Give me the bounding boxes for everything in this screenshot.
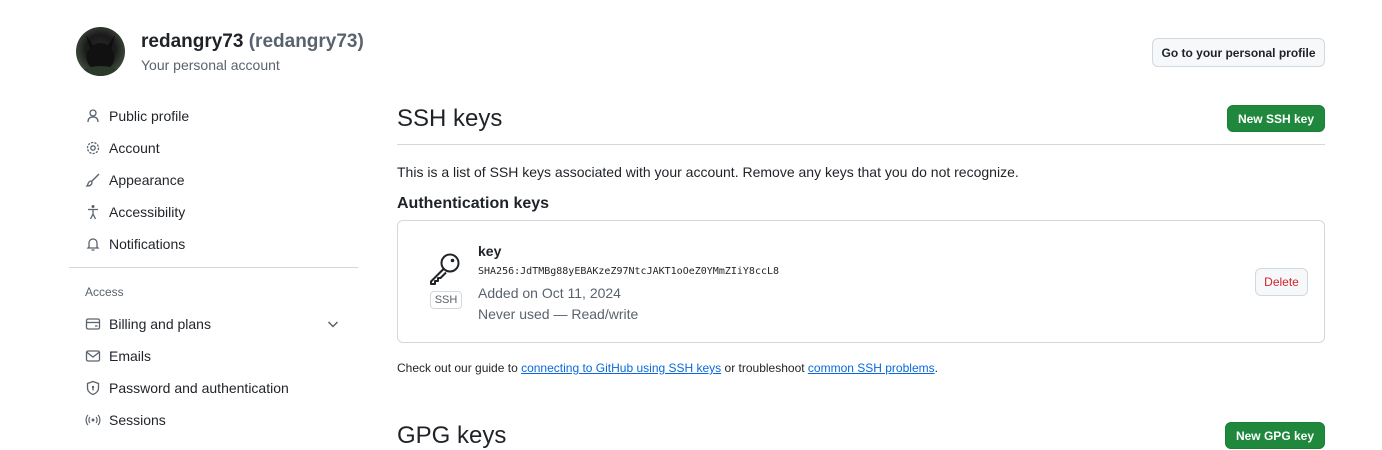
ssh-problems-link[interactable]: common SSH problems (808, 361, 935, 375)
ssh-type-badge: SSH (430, 291, 462, 309)
ssh-key-item (397, 220, 1325, 343)
key-icon (427, 251, 463, 287)
sidebar-item-label: Appearance (109, 172, 185, 188)
key-added-date: Added on Oct 11, 2024 (478, 285, 621, 301)
sidebar-item-password-authentication[interactable]: Password and authentication (85, 376, 289, 400)
sidebar-item-emails[interactable]: Emails (85, 344, 151, 368)
avatar[interactable] (76, 27, 125, 76)
help-text-suffix: . (934, 361, 938, 375)
key-usage-status: Never used — Read/write (478, 306, 639, 322)
sidebar-item-label: Billing and plans (109, 316, 211, 332)
sidebar-item-label: Accessibility (109, 204, 186, 220)
sidebar-item-label: Sessions (109, 412, 166, 428)
connecting-ssh-guide-link[interactable]: connecting to GitHub using SSH keys (521, 361, 721, 375)
chevron-down-icon[interactable] (325, 316, 341, 332)
sidebar-item-label: Public profile (109, 108, 190, 124)
person-icon (85, 108, 101, 124)
key-fingerprint: SHA256:JdTMBg88yEBAKzeZ97NtcJAKT1oOeZ0YM… (478, 266, 780, 277)
ssh-description: This is a list of SSH keys associated wi… (397, 164, 1019, 180)
paintbrush-icon (85, 172, 101, 188)
sidebar-item-label: Password and authentication (109, 380, 289, 396)
bell-icon (85, 236, 101, 252)
mail-icon (85, 348, 101, 364)
ssh-help-note: Check out our guide to connecting to Git… (397, 361, 938, 375)
sidebar-item-public-profile[interactable]: Public profile (85, 104, 189, 128)
credit-card-icon (85, 316, 101, 332)
help-text-middle: or troubleshoot (721, 361, 808, 375)
sidebar-divider (69, 267, 358, 268)
sidebar-item-label: Notifications (109, 236, 186, 252)
sidebar-section-access: Access (85, 285, 124, 299)
go-to-profile-button[interactable]: Go to your personal profile (1152, 38, 1325, 67)
broadcast-icon (85, 412, 101, 428)
username-text: redangry73 (141, 31, 244, 52)
sidebar-item-appearance[interactable]: Appearance (85, 168, 185, 192)
sidebar-item-notifications[interactable]: Notifications (85, 232, 185, 256)
new-ssh-key-button[interactable]: New SSH key (1227, 105, 1325, 132)
sidebar-item-sessions[interactable]: Sessions (85, 408, 166, 432)
account-subtitle: Your personal account (141, 57, 280, 73)
sidebar-item-account[interactable]: Account (85, 136, 160, 160)
title-divider (397, 144, 1325, 145)
authentication-keys-heading: Authentication keys (397, 195, 550, 212)
account-username: redangry73 (redangry73) (141, 31, 364, 53)
sidebar-item-label: Account (109, 140, 160, 156)
shield-lock-icon (85, 380, 101, 396)
help-text-prefix: Check out our guide to (397, 361, 522, 375)
sidebar-item-accessibility[interactable]: Accessibility (85, 200, 185, 224)
username-login: (redangry73) (248, 31, 364, 52)
sidebar-item-billing[interactable]: Billing and plans (85, 312, 211, 336)
key-title: key (478, 243, 502, 259)
new-gpg-key-button[interactable]: New GPG key (1225, 422, 1325, 449)
gpg-keys-title: GPG keys (397, 422, 507, 449)
page-title: SSH keys (397, 105, 503, 132)
accessibility-icon (85, 204, 101, 220)
gear-icon (85, 140, 101, 156)
sidebar-item-label: Emails (109, 348, 152, 364)
delete-key-button[interactable]: Delete (1255, 268, 1308, 296)
